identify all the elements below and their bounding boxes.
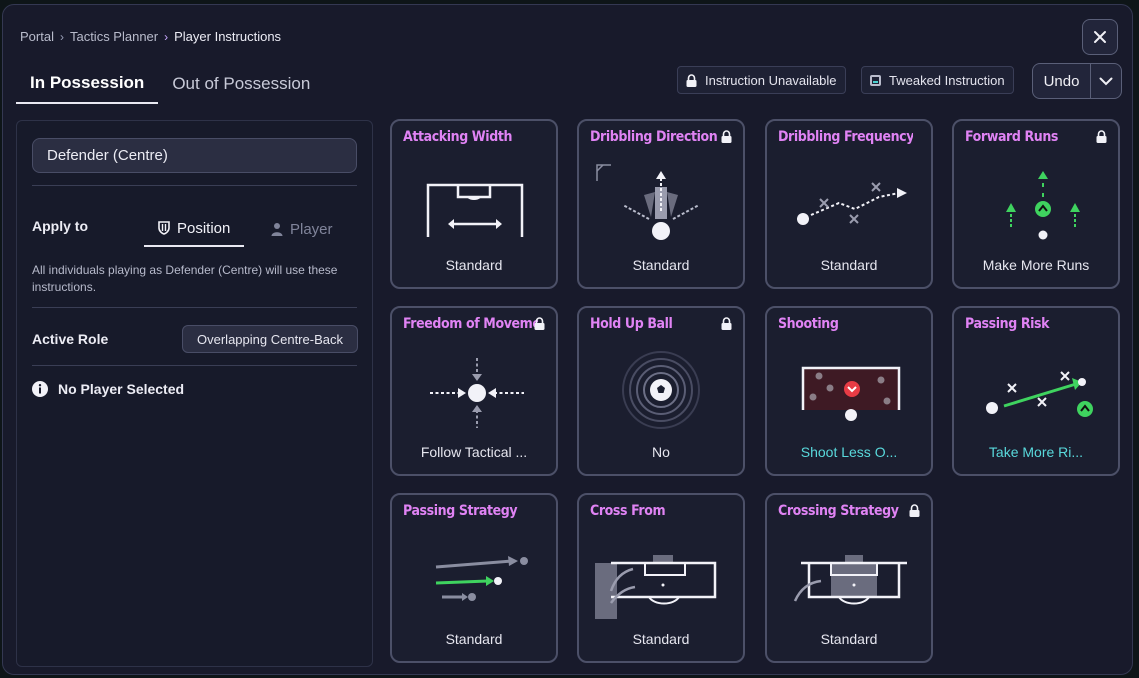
instruction-card-dribbling-direction[interactable]: Dribbling Direction Standard [577,119,745,289]
instruction-card-cross-from[interactable]: Cross From Standard [577,493,745,663]
chevron-down-icon [1099,77,1113,85]
breadcrumb-player-instructions: Player Instructions [174,29,282,44]
card-title: Dribbling Direction [590,129,718,145]
divider [32,185,357,186]
legend-unavailable: Instruction Unavailable [677,66,846,94]
instruction-card-crossing-strategy[interactable]: Crossing Strategy Standard [765,493,933,663]
pitch-width-icon [426,183,524,237]
card-value: Standard [820,257,878,273]
card-title: Hold Up Ball [590,316,673,332]
card-title: Freedom of Movement [403,316,538,332]
chevron-right-icon: › [59,29,64,44]
instruction-card-hold-up-ball[interactable]: Hold Up Ball No [577,306,745,476]
breadcrumb-portal[interactable]: Portal [20,29,54,44]
player-instructions-modal: Portal › Tactics Planner › Player Instru… [2,4,1133,675]
freedom-icon [430,358,524,428]
dribble-path-icon [797,182,907,225]
card-value: Standard [632,257,690,273]
tab-out-of-possession[interactable]: Out of Possession [158,63,324,104]
legend-tweaked: Tweaked Instruction [861,66,1014,94]
tweaked-icon [870,74,881,86]
card-title: Crossing Strategy [778,503,899,519]
breadcrumb: Portal › Tactics Planner › Player Instru… [20,29,281,44]
no-player-notice: No Player Selected [32,381,184,397]
apply-player-label: Player [290,220,333,238]
undo-button[interactable]: Undo [1033,64,1091,98]
card-value: Standard [632,631,690,647]
divider [32,365,357,366]
divider [32,307,357,308]
card-value: Standard [445,257,503,273]
apply-position-label: Position [177,219,231,237]
instruction-card-dribbling-frequency[interactable]: Dribbling Frequency Standard [765,119,933,289]
risky-pass-icon [986,371,1093,417]
active-role-selector[interactable]: Overlapping Centre-Back [182,325,358,353]
cross-from-icon [595,555,717,619]
instruction-card-passing-risk[interactable]: Passing Risk Take More Ri... [952,306,1120,476]
card-title: Cross From [590,503,666,519]
shield-icon [158,221,170,235]
apply-description: All individuals playing as Defender (Cen… [32,263,338,294]
breadcrumb-tactics-planner[interactable]: Tactics Planner [70,29,158,44]
apply-to-label: Apply to [32,218,88,234]
card-value: Make More Runs [982,257,1090,273]
card-value: Shoot Less O... [800,444,898,460]
card-value: Follow Tactical ... [420,444,528,460]
position-panel: Defender (Centre) Apply to Position Play… [16,120,373,667]
forward-runs-icon [1006,171,1080,240]
card-value: Standard [820,631,878,647]
undo-dropdown-button[interactable] [1091,64,1121,98]
position-selector[interactable]: Defender (Centre) [32,138,357,173]
chevron-right-icon: › [164,29,169,44]
card-title: Shooting [778,316,839,332]
instruction-card-freedom-of-movement[interactable]: Freedom of Movement Follow Tactical ... [390,306,558,476]
legend-tweaked-label: Tweaked Instruction [889,72,1005,88]
card-value: Standard [445,631,503,647]
info-icon [32,381,48,397]
card-title: Dribbling Frequency [778,129,913,145]
no-player-label: No Player Selected [58,381,185,397]
instruction-card-passing-strategy[interactable]: Passing Strategy Standard [390,493,558,663]
card-title: Passing Risk [965,316,1050,332]
close-button[interactable] [1082,19,1118,55]
lock-icon [534,317,545,330]
legend-unavailable-label: Instruction Unavailable [705,72,837,88]
instruction-card-forward-runs[interactable]: Forward Runs Make More Runs [952,119,1120,289]
apply-position-toggle[interactable]: Position [144,211,245,247]
tab-in-possession[interactable]: In Possession [16,63,159,104]
card-title: Forward Runs [965,129,1058,145]
pass-arrows-icon [435,556,528,601]
lock-icon [909,504,920,517]
lock-icon [721,130,732,143]
possession-tabs: In Possession Out of Possession [16,63,324,104]
close-icon [1094,31,1106,43]
active-role-label: Active Role [32,331,109,347]
undo-split-button: Undo [1032,63,1122,99]
apply-player-toggle[interactable]: Player [257,211,347,247]
person-icon [271,223,283,236]
crossing-strategy-icon [793,555,907,605]
dribble-direction-icon [596,164,700,240]
goal-shooting-icon [801,366,901,421]
lock-icon [721,317,732,330]
ball-rings-icon [622,351,700,429]
card-title: Passing Strategy [403,503,518,519]
lock-icon [686,73,697,87]
card-value: Take More Ri... [988,444,1084,460]
instruction-card-attacking-width[interactable]: Attacking Width Standard [390,119,558,289]
card-title: Attacking Width [403,129,513,145]
lock-icon [1096,130,1107,143]
card-value: No [652,444,670,460]
instruction-card-shooting[interactable]: Shooting Shoot Less O... [765,306,933,476]
